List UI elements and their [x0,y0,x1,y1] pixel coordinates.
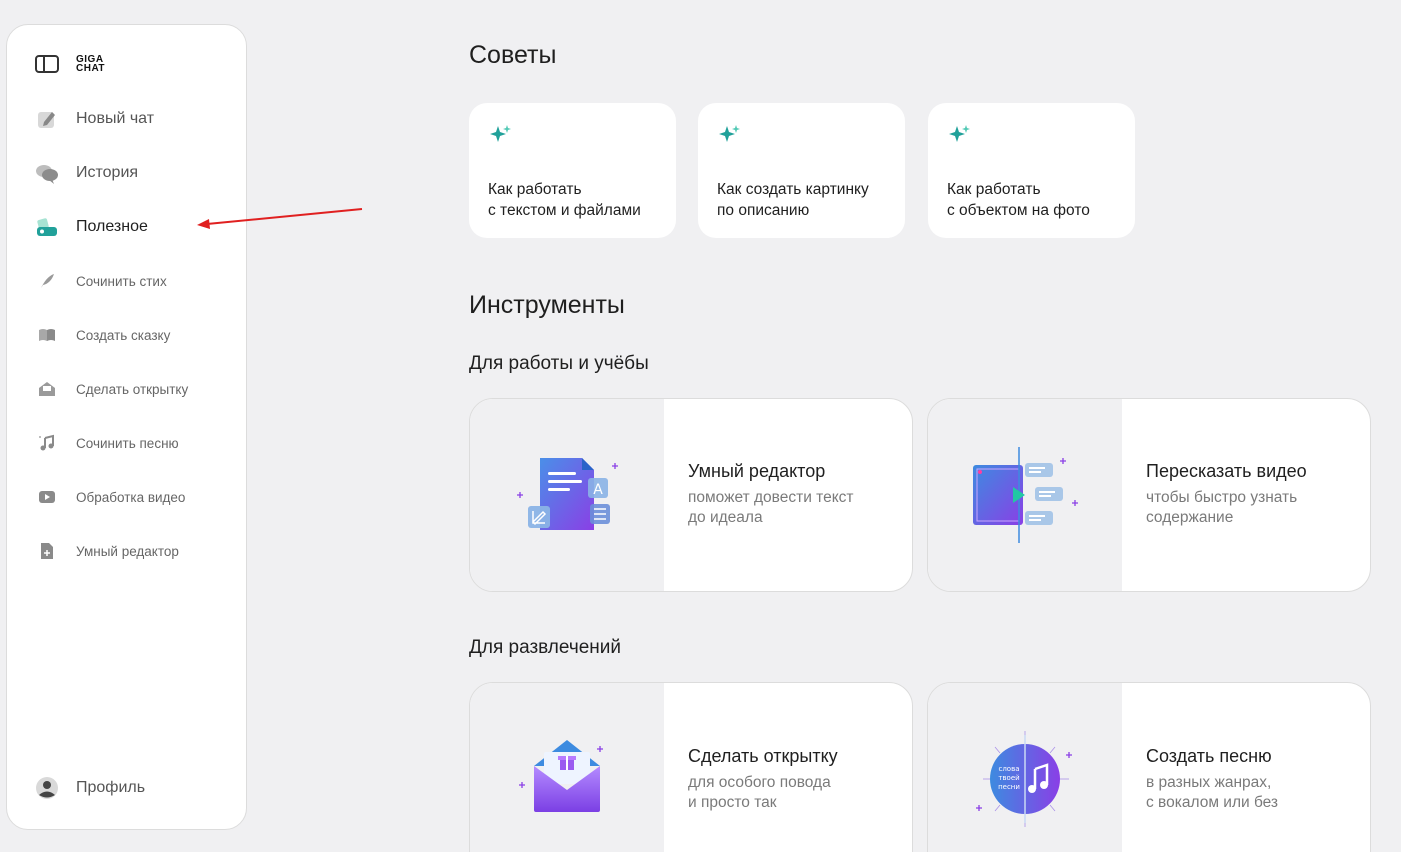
gift-envelope-icon [519,740,603,812]
sidebar-item-label: Профиль [76,779,146,796]
tip-card[interactable]: Как работать с объектом на фото [928,103,1135,238]
tool-description: поможет довести текст до идеала [688,489,854,526]
tool-title: Умный редактор [688,461,826,481]
tip-text: Как работать с объектом на фото [947,181,1090,219]
book-icon [35,323,59,347]
tool-card-postcard[interactable]: Сделать открытку для особого повода и про… [469,682,913,852]
tool-description: чтобы быстро узнать содержание [1146,489,1298,526]
avatar-icon [35,776,59,800]
sidebar-item-fairytale[interactable]: Создать сказку [35,323,170,347]
fun-section-heading: Для развлечений [469,637,622,658]
annotation-arrow [197,208,363,229]
sidebar-item-label: Сочинить песню [76,435,179,451]
tool-illustration: слова твоей песни [928,683,1122,852]
tool-card-smart-editor[interactable]: A Умный редактор поможет довести текст до… [469,398,913,592]
svg-text:A: A [593,482,603,498]
sidebar-item-profile[interactable]: Профиль [35,776,145,800]
sidebar-item-new-chat[interactable]: Новый чат [35,107,154,131]
tool-illustration [928,399,1122,591]
sparkle-icon [719,125,740,142]
sparkle-icon [949,125,970,142]
sidebar-item-label: Новый чат [76,110,155,127]
document-edit-icon: A [517,458,618,530]
sidebar-item-label: Сделать открытку [76,381,189,397]
feather-icon [35,269,59,293]
sidebar-item-label: Полезное [76,218,148,235]
sparkle-icon [490,125,511,142]
chat-bubbles-icon [35,161,59,185]
work-section-heading: Для работы и учёбы [469,353,649,374]
sidebar-toggle-icon[interactable] [35,55,59,73]
song-disc-word: слова [998,765,1019,773]
music-disc-icon: слова твоей песни [976,731,1072,827]
sidebar-item-label: Создать сказку [76,327,171,343]
sidebar-item-postcard[interactable]: Сделать открытку [35,377,188,401]
sidebar-item-smart-editor[interactable]: Умный редактор [35,539,179,563]
tool-title: Пересказать видео [1146,461,1307,481]
tool-title: Создать песню [1146,746,1272,766]
sidebar-item-poem[interactable]: Сочинить стих [35,269,167,293]
sidebar-item-label: Обработка видео [76,489,186,505]
tool-description: в разных жанрах, с вокалом или без [1146,774,1279,811]
useful-icon [35,215,59,239]
sidebar-item-video[interactable]: Обработка видео [35,485,185,509]
song-disc-word: твоей [998,774,1019,782]
tool-illustration [470,683,664,852]
sidebar-item-useful[interactable]: Полезное [35,215,148,239]
sidebar-item-history[interactable]: История [35,161,138,185]
envelope-icon [35,377,59,401]
tips-heading: Советы [469,41,557,69]
tip-text: Как создать картинку по описанию [717,181,869,219]
tools-heading: Инструменты [469,291,625,319]
tool-title: Сделать открытку [688,746,838,766]
tool-description: для особого повода и просто так [688,774,831,811]
video-summary-icon [973,447,1078,543]
tip-text: Как работать с текстом и файлами [488,181,641,219]
video-icon [35,485,59,509]
document-icon [35,539,59,563]
tool-card-video-summary[interactable]: Пересказать видео чтобы быстро узнать сод… [927,398,1371,592]
sidebar-item-label: Сочинить стих [76,273,167,289]
sidebar-item-song[interactable]: Сочинить песню [35,431,179,455]
tip-card[interactable]: Как создать картинку по описанию [698,103,905,238]
sidebar-item-label: История [76,164,139,181]
pencil-icon [35,107,59,131]
sidebar-item-label: Умный редактор [76,543,179,559]
tip-card[interactable]: Как работать с текстом и файлами [469,103,676,238]
sidebar: GIGA CHAT Новый чат История Полезное Соч… [6,24,247,830]
logo[interactable]: GIGA CHAT [76,55,128,74]
music-note-icon [35,431,59,455]
tool-illustration: A [470,399,664,591]
tool-card-song[interactable]: слова твоей песни Создать песню в разных… [927,682,1371,852]
logo-row: GIGA CHAT [35,55,128,74]
song-disc-word: песни [998,783,1020,791]
